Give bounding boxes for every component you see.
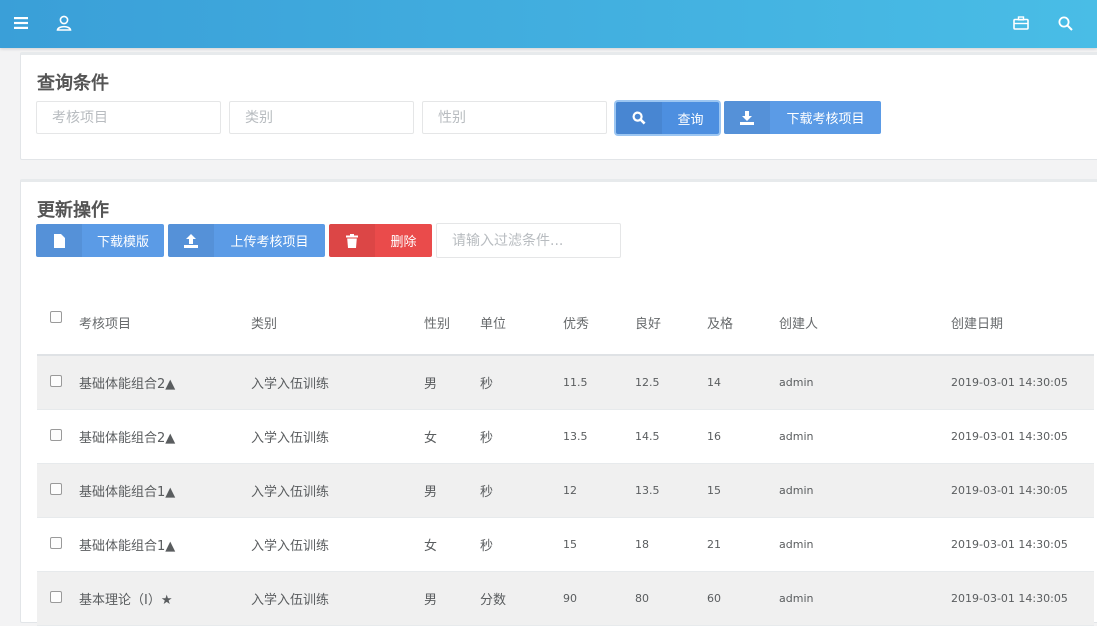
download-items-label: 下载考核项目	[786, 112, 865, 127]
query-button-label: 查询	[677, 112, 704, 128]
cell-date: 2019-03-01 14:30:05	[951, 355, 1094, 410]
header-gender[interactable]: 性别	[424, 290, 480, 356]
query-panel-title: 查询条件	[37, 73, 109, 94]
cell-creator: admin	[779, 463, 951, 518]
top-navbar	[0, 0, 1097, 48]
table-row[interactable]: 基础体能组合2▲ 入学入伍训练 男 秒 11.5 12.5 14 admin 2…	[37, 355, 1094, 410]
cell-gender: 男	[424, 355, 480, 410]
upload-icon	[168, 224, 214, 257]
header-good[interactable]: 良好	[635, 290, 707, 356]
row-checkbox[interactable]	[50, 428, 62, 441]
gender-filter-input[interactable]	[422, 101, 607, 134]
download-items-button[interactable]: 下载考核项目	[724, 101, 881, 134]
query-button[interactable]: 查询	[616, 102, 719, 134]
query-panel: 查询条件 查询 下载考核项目	[20, 52, 1097, 160]
cell-creator: admin	[779, 409, 951, 464]
cell-gender: 男	[424, 463, 480, 518]
category-filter-input[interactable]	[229, 101, 414, 134]
update-panel-title: 更新操作	[37, 200, 109, 221]
cell-unit: 秒	[480, 463, 563, 518]
cell-creator: admin	[779, 517, 951, 572]
download-template-button[interactable]: 下载模版	[36, 224, 164, 257]
cell-pass: 14	[707, 355, 779, 410]
table-row[interactable]: 基本理论（I）★ 入学入伍训练 男 分数 90 80 60 admin 2019…	[37, 571, 1094, 626]
row-checkbox[interactable]	[50, 536, 62, 549]
table-filter-input[interactable]	[436, 223, 621, 258]
cell-date: 2019-03-01 14:30:05	[951, 409, 1094, 464]
cell-excellent: 13.5	[563, 409, 635, 464]
cell-date: 2019-03-01 14:30:05	[951, 517, 1094, 572]
cell-pass: 21	[707, 517, 779, 572]
cell-creator: admin	[779, 355, 951, 410]
header-date[interactable]: 创建日期	[951, 290, 1094, 356]
user-icon[interactable]	[53, 12, 75, 34]
table-row[interactable]: 基础体能组合1▲ 入学入伍训练 男 秒 12 13.5 15 admin 201…	[37, 463, 1094, 518]
table-header-row: 考核项目 类别 性别 单位 优秀 良好 及格 创建人 创建日期	[37, 290, 1094, 356]
cell-unit: 秒	[480, 517, 563, 572]
header-item[interactable]: 考核项目	[79, 290, 251, 356]
update-panel: 更新操作 下载模版 上传考核项目 删除 考核项目 类别 性别 单位	[20, 179, 1097, 626]
cell-gender: 女	[424, 517, 480, 572]
cell-item: 基本理论（I）★	[79, 571, 251, 626]
briefcase-icon[interactable]	[1010, 12, 1032, 34]
cell-item: 基础体能组合1▲	[79, 463, 251, 518]
cell-date: 2019-03-01 14:30:05	[951, 571, 1094, 626]
items-table: 考核项目 类别 性别 单位 优秀 良好 及格 创建人 创建日期 基础体能组合2▲…	[37, 290, 1094, 626]
cell-item: 基础体能组合1▲	[79, 517, 251, 572]
cell-good: 14.5	[635, 409, 707, 464]
cell-category: 入学入伍训练	[251, 355, 424, 410]
cell-excellent: 15	[563, 517, 635, 572]
cell-creator: admin	[779, 571, 951, 626]
download-icon	[724, 101, 770, 134]
table-row[interactable]: 基础体能组合1▲ 入学入伍训练 女 秒 15 18 21 admin 2019-…	[37, 517, 1094, 572]
upload-items-label: 上传考核项目	[230, 235, 309, 250]
search-icon	[616, 102, 662, 134]
cell-unit: 秒	[480, 409, 563, 464]
cell-gender: 女	[424, 409, 480, 464]
cell-gender: 男	[424, 571, 480, 626]
item-filter-input[interactable]	[36, 101, 221, 134]
cell-excellent: 12	[563, 463, 635, 518]
trash-icon	[329, 224, 375, 257]
cell-good: 12.5	[635, 355, 707, 410]
cell-good: 13.5	[635, 463, 707, 518]
menu-icon[interactable]	[10, 12, 32, 34]
cell-category: 入学入伍训练	[251, 571, 424, 626]
header-excellent[interactable]: 优秀	[563, 290, 635, 356]
cell-date: 2019-03-01 14:30:05	[951, 463, 1094, 518]
cell-excellent: 90	[563, 571, 635, 626]
cell-unit: 分数	[480, 571, 563, 626]
header-creator[interactable]: 创建人	[779, 290, 951, 356]
cell-category: 入学入伍训练	[251, 463, 424, 518]
delete-button-label: 删除	[390, 235, 417, 250]
header-pass[interactable]: 及格	[707, 290, 779, 356]
cell-good: 18	[635, 517, 707, 572]
delete-button[interactable]: 删除	[329, 224, 432, 257]
table-row[interactable]: 基础体能组合2▲ 入学入伍训练 女 秒 13.5 14.5 16 admin 2…	[37, 409, 1094, 464]
file-icon	[36, 224, 82, 257]
cell-pass: 16	[707, 409, 779, 464]
row-checkbox[interactable]	[50, 374, 62, 387]
cell-unit: 秒	[480, 355, 563, 410]
search-icon[interactable]	[1054, 12, 1076, 34]
header-category[interactable]: 类别	[251, 290, 424, 356]
cell-pass: 15	[707, 463, 779, 518]
upload-items-button[interactable]: 上传考核项目	[168, 224, 325, 257]
cell-pass: 60	[707, 571, 779, 626]
cell-category: 入学入伍训练	[251, 517, 424, 572]
select-all-checkbox[interactable]	[50, 311, 62, 323]
cell-good: 80	[635, 571, 707, 626]
row-checkbox[interactable]	[50, 590, 62, 603]
download-template-label: 下载模版	[96, 235, 149, 250]
cell-category: 入学入伍训练	[251, 409, 424, 464]
cell-item: 基础体能组合2▲	[79, 355, 251, 410]
row-checkbox[interactable]	[50, 482, 62, 495]
header-unit[interactable]: 单位	[480, 290, 563, 356]
cell-excellent: 11.5	[563, 355, 635, 410]
cell-item: 基础体能组合2▲	[79, 409, 251, 464]
